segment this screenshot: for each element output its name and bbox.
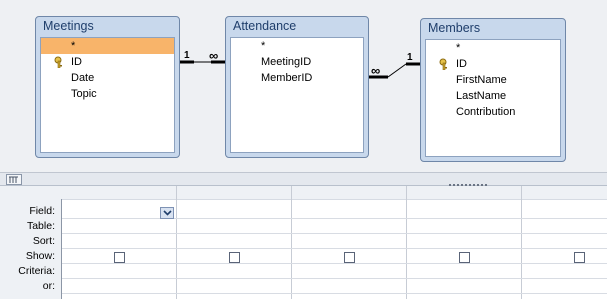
field-lastname[interactable]: LastName [426,88,560,104]
table-attendance[interactable]: Attendance * MeetingID MemberID [225,16,369,158]
key-icon [54,56,62,68]
field-all[interactable]: * [41,38,174,54]
field-list: * ID FirstName LastName Contribution [425,39,561,157]
relationship-many-label: ∞ [371,63,381,78]
row-label-sort: Sort: [32,235,55,247]
grid-column[interactable] [292,186,407,299]
grid-row-divider [62,218,607,219]
field-list: * ID Date Topic [40,37,175,153]
grid-icon[interactable] [6,174,22,185]
field-label: ID [456,58,467,70]
pane-splitter[interactable] [0,172,607,186]
key-icon [439,58,447,70]
grid-row-divider [62,278,607,279]
row-labels: Field: Table: Sort: Show: Criteria: or: [0,199,62,299]
grid-row-divider [62,248,607,249]
grid-cells[interactable] [62,186,607,299]
show-checkbox[interactable] [229,252,240,263]
show-checkbox[interactable] [459,252,470,263]
relationship-one-label: 1 [407,52,413,63]
table-title[interactable]: Attendance [233,19,296,33]
field-list: * MeetingID MemberID [230,37,364,153]
grid-column[interactable] [522,186,607,299]
grid-column[interactable] [177,186,292,299]
row-label-field: Field: [29,205,55,217]
show-checkbox[interactable] [574,252,585,263]
field-memberid[interactable]: MemberID [231,70,363,86]
field-contribution[interactable]: Contribution [426,104,560,120]
row-label-table: Table: [26,220,55,232]
field-topic[interactable]: Topic [41,86,174,102]
relationship-many-label: ∞ [209,48,219,63]
query-table-pane[interactable]: Meetings * ID Date Topic Attendance * Me… [0,0,607,172]
table-title[interactable]: Meetings [43,19,94,33]
field-label: ID [71,56,82,68]
field-date[interactable]: Date [41,70,174,86]
field-id[interactable]: ID [41,54,174,70]
design-grid[interactable]: Field: Table: Sort: Show: Criteria: or: [0,186,607,299]
grid-row-divider [62,233,607,234]
field-all[interactable]: * [426,40,560,56]
show-checkbox[interactable] [114,252,125,263]
grid-column[interactable] [407,186,522,299]
row-label-criteria: Criteria: [18,265,55,277]
field-firstname[interactable]: FirstName [426,72,560,88]
row-label-or: or: [42,280,55,292]
chevron-down-icon [163,210,172,216]
field-dropdown-button[interactable] [160,207,174,219]
grid-row-divider [62,293,607,294]
row-label-show: Show: [25,250,55,262]
show-checkbox[interactable] [344,252,355,263]
table-meetings[interactable]: Meetings * ID Date Topic [35,16,180,158]
table-members[interactable]: Members * ID FirstName LastName Contribu… [420,18,566,162]
field-meetingid[interactable]: MeetingID [231,54,363,70]
field-all[interactable]: * [231,38,363,54]
table-title[interactable]: Members [428,21,480,35]
grid-column[interactable] [62,186,177,299]
field-id[interactable]: ID [426,56,560,72]
grid-row-divider [62,263,607,264]
relationship-one-label: 1 [184,50,190,61]
